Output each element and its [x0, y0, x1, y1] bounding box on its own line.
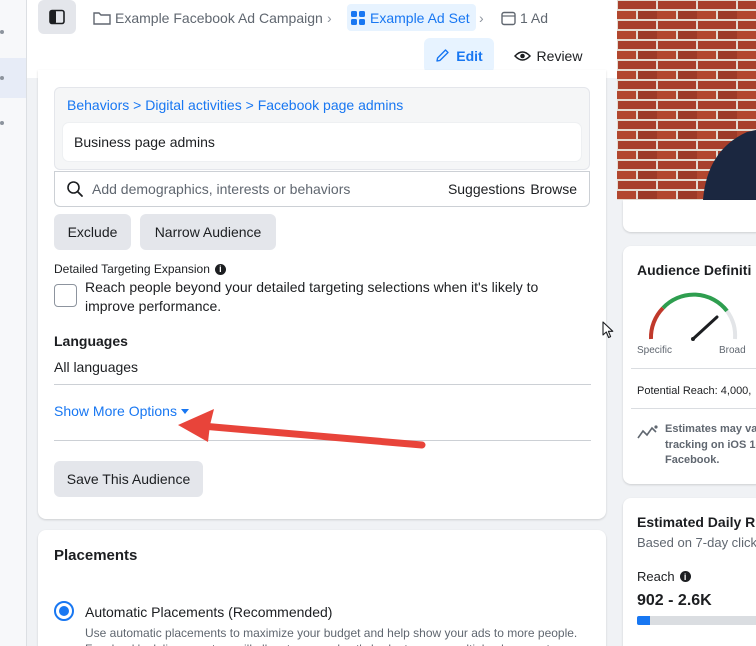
breadcrumb-adset-label: Example Ad Set — [370, 9, 470, 26]
selected-targeting-item[interactable]: Business page admins — [63, 123, 581, 161]
edit-label: Edit — [456, 47, 483, 64]
search-placeholder: Add demographics, interests or behaviors — [92, 181, 351, 197]
estimates-note-line: Facebook. — [665, 454, 720, 466]
expansion-checkbox[interactable] — [54, 284, 77, 307]
estimates-note-line: tracking on iOS 1- — [665, 438, 756, 451]
selected-targeting-label: Business page admins — [74, 134, 215, 150]
breadcrumb-ad[interactable]: 1 Ad — [501, 8, 548, 28]
left-rail — [0, 0, 27, 646]
estimated-daily-results-card: Estimated Daily R Based on 7-day click R… — [623, 498, 756, 646]
expansion-label: Detailed Targeting Expansion i — [54, 262, 226, 276]
show-more-label: Show More Options — [54, 403, 177, 419]
path-digital-activities[interactable]: Digital activities — [145, 97, 241, 113]
expansion-title: Detailed Targeting Expansion — [54, 262, 210, 276]
path-separator: > — [245, 97, 254, 113]
audience-definition-title: Audience Definiti — [637, 262, 752, 278]
search-icon — [67, 181, 83, 197]
estimates-note: Estimates may va tracking on iOS 1- Face… — [665, 422, 756, 469]
rail-dot — [0, 76, 4, 80]
targeting-search-input[interactable]: Add demographics, interests or behaviors… — [54, 171, 590, 207]
automatic-placements-label[interactable]: Automatic Placements (Recommended) — [85, 604, 332, 620]
edit-button[interactable]: Edit — [424, 38, 494, 73]
narrow-audience-button[interactable]: Narrow Audience — [140, 214, 276, 250]
ad-icon — [501, 11, 516, 25]
placements-description: Use automatic placements to maximize you… — [85, 626, 578, 646]
save-audience-label: Save This Audience — [66, 471, 191, 487]
breadcrumb-campaign-label: Example Facebook Ad Campaign — [115, 10, 323, 26]
review-label: Review — [536, 47, 583, 64]
languages-value[interactable]: All languages — [54, 359, 138, 375]
divider — [631, 368, 756, 369]
pencil-icon — [436, 49, 449, 62]
placements-title: Placements — [54, 547, 138, 564]
divider — [631, 408, 756, 409]
info-icon[interactable]: i — [679, 571, 691, 582]
info-icon[interactable]: i — [214, 263, 226, 275]
reach-label-text: Reach — [637, 569, 675, 584]
breadcrumb-adset[interactable]: Example Ad Set — [347, 4, 476, 31]
automatic-placements-radio[interactable] — [54, 601, 74, 621]
trend-icon — [637, 425, 658, 439]
eye-icon — [513, 50, 531, 61]
save-audience-button[interactable]: Save This Audience — [54, 461, 203, 497]
daily-results-subtitle: Based on 7-day click — [637, 535, 756, 550]
exclude-label: Exclude — [67, 224, 118, 240]
rail-dot — [0, 30, 4, 34]
gauge-specific-label: Specific — [637, 345, 673, 356]
placements-card: Placements Automatic Placements (Recomme… — [38, 530, 606, 646]
grid-icon — [351, 10, 365, 25]
browse-link[interactable]: Browse — [530, 181, 577, 197]
potential-reach-text: Potential Reach: 4,000, — [637, 385, 752, 397]
path-facebook-page-admins[interactable]: Facebook page admins — [258, 97, 404, 113]
sidebar-toggle-button[interactable] — [38, 0, 76, 34]
suggestions-link[interactable]: Suggestions — [448, 181, 525, 197]
reach-label: Reach i — [637, 569, 691, 584]
languages-heading: Languages — [54, 333, 128, 349]
breadcrumb-ad-label: 1 Ad — [520, 10, 549, 26]
red-arrow-annotation — [178, 409, 426, 449]
chevron-right-icon: › — [479, 10, 484, 26]
mouse-cursor-icon — [602, 321, 614, 339]
narrow-audience-label: Narrow Audience — [154, 224, 262, 240]
audience-card: Behaviors > Digital activities > Faceboo… — [38, 70, 606, 519]
exclude-button[interactable]: Exclude — [54, 214, 131, 250]
estimates-note-line: Estimates may va — [665, 423, 756, 435]
top-bar: Example Facebook Ad Campaign › Example A… — [27, 0, 617, 78]
breadcrumb-campaign[interactable]: Example Facebook Ad Campaign — [93, 8, 323, 28]
rail-dot — [0, 121, 4, 125]
audience-definition-card: Audience Definiti Specific Broad Potenti… — [623, 246, 756, 484]
audience-gauge — [648, 292, 738, 341]
path-behaviors[interactable]: Behaviors — [67, 97, 129, 113]
divider — [54, 384, 591, 385]
path-separator: > — [133, 97, 142, 113]
presenter-video — [617, 0, 756, 200]
video-bottom-card — [623, 200, 756, 232]
gauge-broad-label: Broad — [719, 345, 746, 356]
reach-bar-fill — [637, 616, 650, 625]
daily-results-title: Estimated Daily R — [637, 514, 756, 530]
chevron-right-icon: › — [327, 10, 332, 26]
show-more-options-link[interactable]: Show More Options — [54, 403, 189, 419]
detailed-targeting-box: Behaviors > Digital activities > Faceboo… — [54, 87, 590, 170]
brick-wall-image — [617, 0, 756, 200]
reach-bar — [637, 616, 756, 625]
expansion-description: Reach people beyond your detailed target… — [85, 279, 539, 314]
targeting-path: Behaviors > Digital activities > Faceboo… — [67, 97, 403, 113]
right-column: Audience Definiti Specific Broad Potenti… — [617, 0, 756, 646]
sidebar-icon — [49, 9, 65, 25]
reach-value: 902 - 2.6K — [637, 592, 712, 609]
review-button[interactable]: Review — [512, 38, 584, 73]
folder-icon — [93, 12, 111, 25]
